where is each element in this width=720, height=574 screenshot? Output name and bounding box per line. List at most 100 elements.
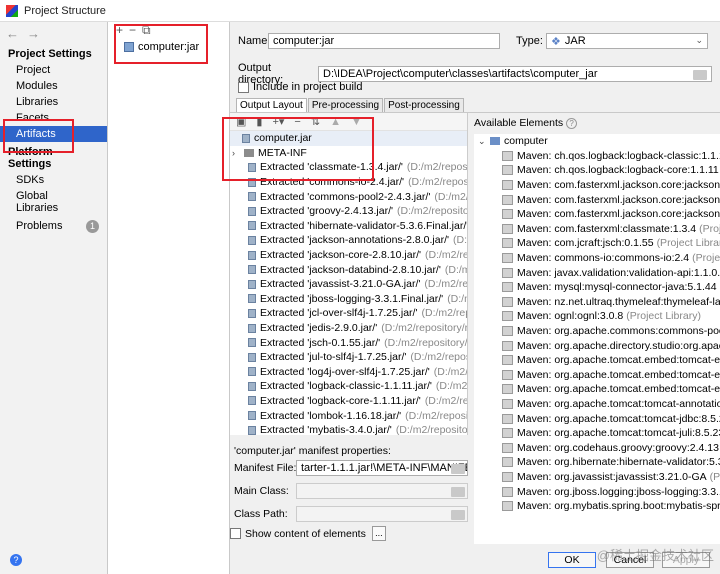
library-row[interactable]: Maven: org.jboss.logging:jboss-logging:3… — [474, 484, 720, 499]
include-build-row[interactable]: Include in project build — [238, 81, 362, 93]
artifact-item[interactable]: computer:jar — [108, 39, 229, 55]
library-row[interactable]: Maven: org.apache.tomcat:tomcat-juli:8.5… — [474, 426, 720, 441]
sidebar-item-global-libraries[interactable]: Global Libraries — [0, 188, 107, 214]
tab-post-processing[interactable]: Post-processing — [384, 98, 464, 112]
extracted-jar-row[interactable]: Extracted 'jackson-annotations-2.8.0.jar… — [230, 233, 467, 248]
library-row[interactable]: Maven: org.apache.tomcat.embed:tomcat-em… — [474, 353, 720, 368]
type-row: Type: ❖ JAR ⌄ — [516, 33, 708, 49]
library-row[interactable]: Maven: org.apache.tomcat:tomcat-jdbc:8.5… — [474, 411, 720, 426]
new-directory-icon[interactable]: ▣ — [236, 115, 246, 128]
extracted-jar-row[interactable]: Extracted 'lombok-1.16.18.jar/' (D:/m2/re… — [230, 408, 467, 423]
sidebar-item-libraries[interactable]: Libraries — [0, 94, 107, 110]
archive-icon[interactable]: ▮ — [256, 115, 262, 128]
back-arrow-icon[interactable]: ← — [6, 26, 19, 41]
sidebar-item-modules[interactable]: Modules — [0, 78, 107, 94]
library-row[interactable]: Maven: nz.net.ultraq.thymeleaf:thymeleaf… — [474, 295, 720, 310]
extracted-jar-row[interactable]: Extracted 'jboss-logging-3.3.1.Final.jar… — [230, 292, 467, 307]
layout-root-node[interactable]: computer.jar — [230, 131, 467, 146]
extracted-jar-row[interactable]: Extracted 'logback-classic-1.1.11.jar/'(… — [230, 379, 467, 394]
copy-icon[interactable]: ⧉ — [142, 23, 151, 38]
sort-icon[interactable]: ⇅ — [311, 115, 320, 128]
available-root-node[interactable]: ⌄ computer — [474, 134, 720, 149]
chevron-down-icon[interactable]: ⌄ — [478, 136, 488, 147]
library-row[interactable]: Maven: com.fasterxml.jackson.core:jackso… — [474, 207, 720, 222]
extracted-jar-row[interactable]: Extracted 'hibernate-validator-5.3.6.Fin… — [230, 219, 467, 234]
move-down-icon[interactable]: ▼ — [351, 116, 362, 128]
sidebar-item-artifacts[interactable]: Artifacts — [0, 126, 107, 142]
show-content-row[interactable]: Show content of elements ... — [230, 526, 386, 541]
extracted-archive-icon — [248, 265, 256, 275]
extracted-jar-row[interactable]: Extracted 'jackson-databind-2.8.10.jar/'… — [230, 262, 467, 277]
output-dir-input[interactable]: D:\IDEA\Project\computer\classes\artifac… — [318, 66, 712, 82]
extracted-jar-row[interactable]: Extracted 'logback-core-1.1.11.jar/' (D:/… — [230, 394, 467, 409]
class-path-input[interactable] — [296, 506, 468, 522]
include-build-checkbox[interactable] — [238, 81, 249, 93]
manifest-file-value: tarter-1.1.1.jar!\META-INF\MANIFEST.MF — [301, 462, 467, 474]
extracted-jar-row[interactable]: Extracted 'commons-pool2-2.4.3.jar/' (D:/… — [230, 189, 467, 204]
library-row[interactable]: Maven: org.apache.tomcat.embed:tomcat-em… — [474, 382, 720, 397]
folder-icon[interactable] — [451, 487, 465, 497]
extracted-jar-row[interactable]: Extracted 'groovy-2.4.13.jar/' (D:/m2/rep… — [230, 204, 467, 219]
library-row[interactable]: Maven: org.apache.tomcat:tomcat-annotati… — [474, 397, 720, 412]
library-row[interactable]: Maven: com.fasterxml:classmate:1.3.4 (Pro… — [474, 222, 720, 237]
tab-output-layout[interactable]: Output Layout — [236, 98, 307, 112]
library-row[interactable]: Maven: ch.qos.logback:logback-core:1.1.1… — [474, 163, 720, 178]
library-row[interactable]: Maven: com.fasterxml.jackson.core:jackso… — [474, 192, 720, 207]
library-label: Maven: com.fasterxml.jackson.core:jackso… — [517, 193, 720, 206]
library-row[interactable]: Maven: commons-io:commons-io:2.4(Project… — [474, 251, 720, 266]
forward-arrow-icon[interactable]: → — [27, 26, 40, 41]
more-options-button[interactable]: ... — [371, 526, 386, 541]
extracted-jar-row[interactable]: Extracted 'log4j-over-slf4j-1.7.25.jar/'… — [230, 365, 467, 380]
meta-inf-node[interactable]: › META-INF — [230, 146, 467, 161]
folder-icon[interactable] — [451, 464, 465, 474]
library-row[interactable]: Maven: javax.validation:validation-api:1… — [474, 265, 720, 280]
extracted-jar-row[interactable]: Extracted 'mybatis-3.4.0.jar/' (D:/m2/rep… — [230, 423, 467, 435]
extracted-list: Extracted 'classmate-1.3.4.jar/' (D:/m2/r… — [230, 160, 467, 435]
library-row[interactable]: Maven: org.javassist:javassist:3.21.0-GA… — [474, 470, 720, 485]
main-class-input[interactable] — [296, 483, 468, 499]
remove-element-icon[interactable]: − — [294, 116, 300, 128]
library-row[interactable]: Maven: com.fasterxml.jackson.core:jackso… — [474, 178, 720, 193]
sidebar-item-facets[interactable]: Facets — [0, 110, 107, 126]
library-row[interactable]: Maven: org.codehaus.groovy:groovy:2.4.13… — [474, 440, 720, 455]
folder-icon[interactable] — [693, 70, 707, 80]
chevron-right-icon[interactable]: › — [232, 148, 242, 158]
add-icon[interactable]: + — [116, 23, 123, 37]
extracted-jar-row[interactable]: Extracted 'commons-io-2.4.jar/' (D:/m2/re… — [230, 175, 467, 190]
extracted-archive-icon — [248, 323, 256, 333]
library-row[interactable]: Maven: ch.qos.logback:logback-classic:1.… — [474, 149, 720, 164]
manifest-file-input[interactable]: tarter-1.1.1.jar!\META-INF\MANIFEST.MF — [296, 460, 468, 476]
help-icon[interactable]: ? — [10, 554, 22, 566]
library-row[interactable]: Maven: org.mybatis.spring.boot:mybatis-s… — [474, 499, 720, 514]
sidebar-item-problems[interactable]: Problems 1 — [0, 218, 107, 234]
sidebar-item-project[interactable]: Project — [0, 62, 107, 78]
add-copy-icon[interactable]: +▾ — [272, 115, 284, 128]
name-input[interactable]: computer:jar — [268, 33, 500, 49]
extracted-jar-row[interactable]: Extracted 'jedis-2.9.0.jar/' (D:/m2/repos… — [230, 321, 467, 336]
ok-button[interactable]: OK — [548, 552, 596, 568]
type-select[interactable]: ❖ JAR ⌄ — [546, 33, 708, 49]
folder-icon[interactable] — [451, 510, 465, 520]
extracted-jar-row[interactable]: Extracted 'jcl-over-slf4j-1.7.25.jar/' (D… — [230, 306, 467, 321]
extracted-jar-row[interactable]: Extracted 'jul-to-slf4j-1.7.25.jar/' (D:/… — [230, 350, 467, 365]
library-row[interactable]: Maven: org.apache.directory.studio:org.a… — [474, 338, 720, 353]
extracted-jar-label: Extracted 'classmate-1.3.4.jar/' — [260, 161, 403, 174]
tab-pre-processing[interactable]: Pre-processing — [307, 98, 384, 112]
library-row[interactable]: Maven: com.jcraft:jsch:0.1.55 (Project Li… — [474, 236, 720, 251]
remove-icon[interactable]: − — [129, 23, 136, 37]
extracted-jar-row[interactable]: Extracted 'classmate-1.3.4.jar/' (D:/m2/r… — [230, 160, 467, 175]
extracted-jar-row[interactable]: Extracted 'jackson-core-2.8.10.jar/' (D:/… — [230, 248, 467, 263]
extracted-jar-label: Extracted 'jackson-databind-2.8.10.jar/' — [260, 263, 441, 276]
show-content-checkbox[interactable] — [230, 528, 241, 539]
help-question-icon[interactable]: ? — [566, 117, 578, 129]
library-row[interactable]: Maven: org.apache.commons:commons-pool2:… — [474, 324, 720, 339]
library-row[interactable]: Maven: org.hibernate:hibernate-validator… — [474, 455, 720, 470]
extracted-jar-row[interactable]: Extracted 'jsch-0.1.55.jar/' (D:/m2/repos… — [230, 335, 467, 350]
sidebar-item-sdks[interactable]: SDKs — [0, 172, 107, 188]
library-row[interactable]: Maven: ognl:ognl:3.0.8 (Project Library) — [474, 309, 720, 324]
move-up-icon[interactable]: ▲ — [330, 116, 341, 128]
library-row[interactable]: Maven: org.apache.tomcat.embed:tomcat-em… — [474, 368, 720, 383]
extracted-jar-row[interactable]: Extracted 'javassist-3.21.0-GA.jar/' (D:/… — [230, 277, 467, 292]
library-row[interactable]: Maven: mysql:mysql-connector-java:5.1.44… — [474, 280, 720, 295]
layout-tabs: Output Layout Pre-processing Post-proces… — [236, 98, 465, 112]
